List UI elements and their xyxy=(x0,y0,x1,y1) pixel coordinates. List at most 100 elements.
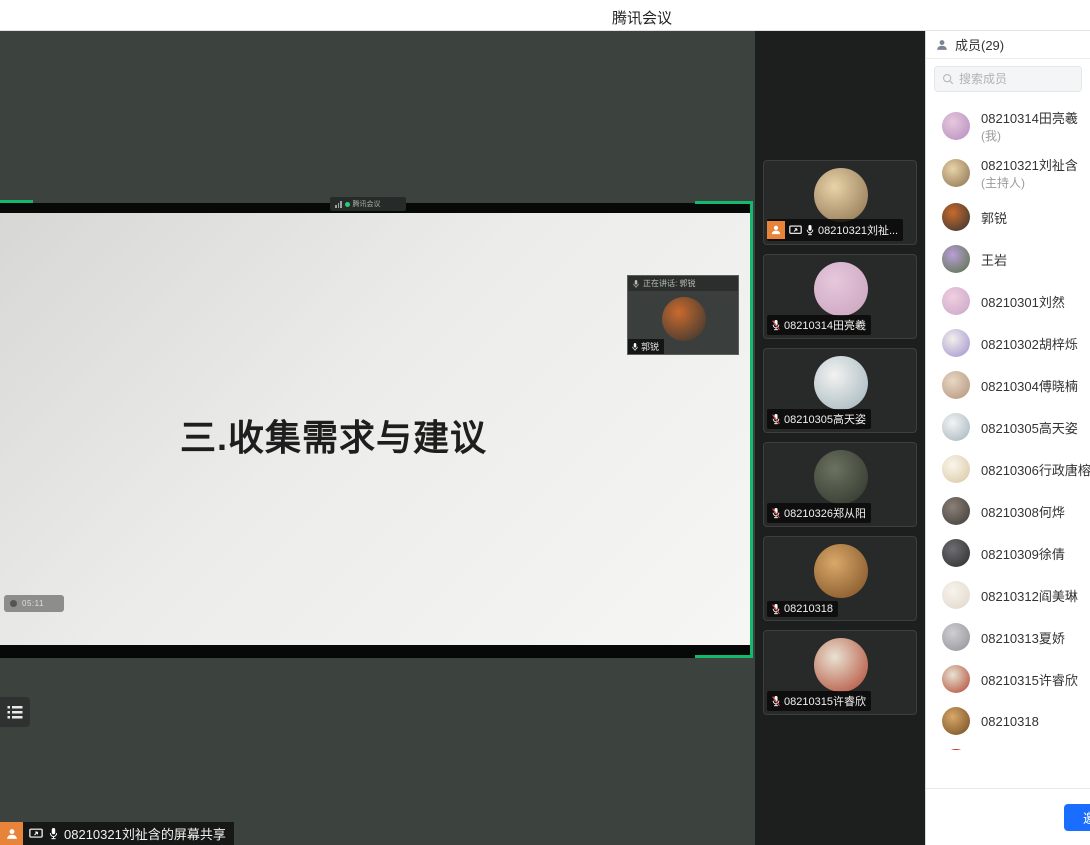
search-icon xyxy=(942,73,954,85)
video-tile[interactable]: 08210305高天姿 xyxy=(763,348,917,433)
avatar xyxy=(942,665,970,693)
video-tile[interactable]: 08210314田亮羲 xyxy=(763,254,917,339)
member-row[interactable]: 08210320张鑫 xyxy=(926,742,1090,750)
member-role: (我) xyxy=(981,127,1078,144)
timer-text: 05:11 xyxy=(22,599,44,608)
member-row[interactable]: 08210318 xyxy=(926,700,1090,742)
person-icon xyxy=(770,224,782,236)
member-search-input[interactable] xyxy=(959,72,1069,86)
video-thumbnail-column: 08210321刘祉... 08210314田亮羲 08210305高天姿 xyxy=(755,31,925,845)
member-row[interactable]: 08210301刘然 xyxy=(926,280,1090,322)
video-tile[interactable]: 08210318 xyxy=(763,536,917,621)
avatar xyxy=(814,356,868,410)
member-row[interactable]: 08210312阎美琳 xyxy=(926,574,1090,616)
member-list[interactable]: 08210314田亮羲 (我) 08210321刘祉含 (主持人) 郭锐 王岩 … xyxy=(926,102,1090,750)
mic-icon xyxy=(48,827,59,840)
member-row[interactable]: 08210314田亮羲 (我) xyxy=(926,102,1090,149)
avatar xyxy=(814,544,868,598)
member-name: 08210304傅晓楠 xyxy=(981,376,1078,395)
member-row[interactable]: 08210309徐倩 xyxy=(926,532,1090,574)
avatar xyxy=(942,497,970,525)
mic-muted-icon xyxy=(771,319,781,331)
avatar xyxy=(942,455,970,483)
avatar xyxy=(942,371,970,399)
mic-muted-icon xyxy=(771,603,781,615)
presenter-badge xyxy=(767,221,785,239)
avatar xyxy=(942,413,970,441)
member-name: 08210305高天姿 xyxy=(981,418,1078,437)
presenter-badge xyxy=(0,822,23,845)
tile-name: 08210326郑从阳 xyxy=(784,505,866,521)
member-name: 08210315许睿欣 xyxy=(981,670,1078,689)
member-row[interactable]: 08210308何烨 xyxy=(926,490,1090,532)
members-icon xyxy=(935,38,949,52)
mic-icon xyxy=(632,279,640,289)
avatar xyxy=(942,581,970,609)
member-row[interactable]: 王岩 xyxy=(926,238,1090,280)
member-row[interactable]: 08210306行政唐榕 xyxy=(926,448,1090,490)
tile-name: 08210305高天姿 xyxy=(784,411,866,427)
tile-name: 08210314田亮羲 xyxy=(784,317,866,333)
person-icon xyxy=(5,827,19,841)
avatar xyxy=(942,245,970,273)
member-name: 08210312阎美琳 xyxy=(981,586,1078,605)
member-row[interactable]: 08210305高天姿 xyxy=(926,406,1090,448)
member-name: 08210301刘然 xyxy=(981,292,1065,311)
member-name: 08210302胡梓烁 xyxy=(981,334,1078,353)
members-count: 成员(29) xyxy=(955,35,1004,54)
avatar xyxy=(662,297,706,341)
avatar xyxy=(942,707,970,735)
member-row[interactable]: 08210302胡梓烁 xyxy=(926,322,1090,364)
shared-app-title: 腾讯会议 xyxy=(353,199,381,209)
member-name: 08210306行政唐榕 xyxy=(981,460,1090,479)
member-row[interactable]: 08210315许睿欣 xyxy=(926,658,1090,700)
video-tile-list: 08210321刘祉... 08210314田亮羲 08210305高天姿 xyxy=(763,160,917,715)
avatar xyxy=(942,203,970,231)
avatar xyxy=(942,112,970,140)
screen-share-icon xyxy=(29,828,43,840)
shared-screen-bottom-band xyxy=(0,645,753,658)
share-status-text: 08210321刘祉含的屏幕共享 xyxy=(64,824,226,843)
mic-icon xyxy=(631,342,639,352)
agenda-list-button[interactable] xyxy=(0,697,30,727)
status-dot-icon xyxy=(345,202,350,207)
member-search-box[interactable] xyxy=(934,66,1082,92)
share-border-bottom-right xyxy=(695,655,753,658)
member-name: 08210314田亮羲 xyxy=(981,108,1078,127)
clock-icon xyxy=(9,599,18,608)
window-titlebar[interactable]: 腾讯会议 xyxy=(0,0,1090,31)
avatar xyxy=(814,168,868,222)
member-name: 08210309徐倩 xyxy=(981,544,1065,563)
avatar xyxy=(942,539,970,567)
active-speaker-popup[interactable]: 正在讲话: 郭锐 郭锐 xyxy=(627,275,739,355)
shared-app-titlebar: 腾讯会议 xyxy=(330,197,406,211)
mic-muted-icon xyxy=(771,695,781,707)
tile-name: 08210318 xyxy=(784,603,833,615)
member-row[interactable]: 08210304傅晓楠 xyxy=(926,364,1090,406)
screen-share-status-bar: 08210321刘祉含的屏幕共享 xyxy=(0,822,234,845)
signal-icon xyxy=(335,201,342,208)
avatar xyxy=(814,450,868,504)
tile-name: 08210321刘祉... xyxy=(818,222,898,238)
share-border-right xyxy=(750,201,753,657)
avatar xyxy=(942,159,970,187)
video-tile[interactable]: 08210326郑从阳 xyxy=(763,442,917,527)
member-row[interactable]: 08210321刘祉含 (主持人) xyxy=(926,149,1090,196)
avatar xyxy=(942,329,970,357)
avatar xyxy=(942,287,970,315)
member-row[interactable]: 郭锐 xyxy=(926,196,1090,238)
mic-muted-icon xyxy=(771,507,781,519)
screen-share-icon xyxy=(789,225,802,236)
video-tile[interactable]: 08210321刘祉... xyxy=(763,160,917,245)
invite-button[interactable]: 邀请 xyxy=(1064,804,1090,831)
members-panel-header: 成员(29) xyxy=(926,31,1090,59)
members-panel-footer: 邀请 xyxy=(926,788,1090,845)
presentation-timer-pill[interactable]: 05:11 xyxy=(4,595,64,612)
speaking-status: 正在讲话: 郭锐 xyxy=(643,278,695,289)
share-border-top-right xyxy=(695,201,753,204)
screen-share-stage: 三.收集需求与建议 腾讯会议 05:11 正在讲话: 郭锐 郭锐 xyxy=(0,31,755,845)
member-row[interactable]: 08210313夏娇 xyxy=(926,616,1090,658)
list-icon xyxy=(6,704,24,720)
video-tile[interactable]: 08210315许睿欣 xyxy=(763,630,917,715)
slide-title: 三.收集需求与建议 xyxy=(180,409,487,461)
